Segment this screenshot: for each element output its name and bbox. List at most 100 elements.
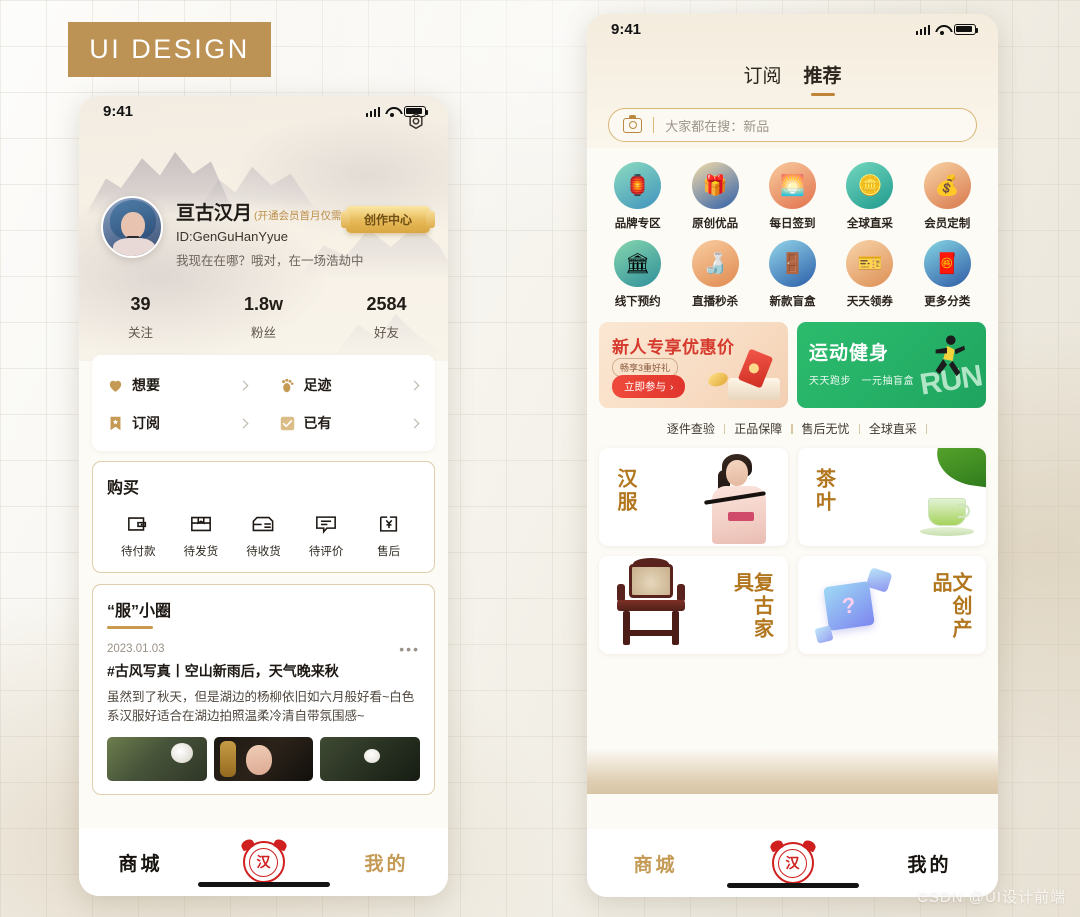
tab-home-seal[interactable]	[202, 837, 325, 883]
category-offline-booking[interactable]: 🏛 线下预约	[599, 240, 676, 309]
product-card-hanfu[interactable]: 汉服	[599, 448, 788, 546]
category-original-goods[interactable]: 🎁 原创优品	[676, 162, 753, 231]
guarantee-separator	[925, 423, 928, 434]
home-indicator	[726, 883, 859, 888]
circle-title-underline	[107, 626, 153, 629]
post-date: 2023.01.03	[107, 643, 165, 655]
stat-friends[interactable]: 2584 好友	[325, 294, 448, 341]
post-title[interactable]: #古风写真丨空山新雨后，天气晚来秋	[107, 662, 420, 681]
category-icon: 🏮	[614, 162, 662, 209]
quick-link-label: 足迹	[303, 377, 332, 393]
category-brand-zone[interactable]: 🏮 品牌专区	[599, 162, 676, 231]
cellular-signal-icon	[365, 106, 380, 117]
stat-value: 1.8w	[243, 294, 284, 314]
post-thumbnail[interactable]	[320, 736, 421, 781]
tab-mall[interactable]: 商城	[587, 850, 724, 877]
tab-recommended[interactable]: 推荐	[804, 61, 842, 96]
bookmark-star-icon	[107, 415, 124, 432]
quick-link-owned[interactable]: 已有	[264, 404, 436, 442]
banner-cta-label: 立即参与	[624, 381, 666, 393]
coin-icon	[706, 370, 730, 389]
post-more-button[interactable]: •••	[399, 642, 420, 656]
quick-links-card: 想要 足迹 订阅 已有	[92, 355, 435, 451]
tab-mine[interactable]: 我的	[325, 849, 448, 876]
category-icon: 🚪	[768, 240, 816, 287]
gear-icon[interactable]	[406, 112, 426, 132]
category-label: 天天领券	[846, 296, 893, 308]
search-input[interactable]: 大家都在搜：新品	[665, 116, 769, 135]
category-daily-checkin[interactable]: 🌅 每日签到	[754, 162, 831, 231]
tab-mine[interactable]: 我的	[861, 850, 998, 877]
quick-link-want[interactable]: 想要	[92, 366, 264, 404]
order-status-unpaid[interactable]: 待付款	[107, 511, 170, 559]
chevron-right-icon	[409, 380, 420, 390]
tab-recommended-label: 推荐	[803, 66, 842, 87]
banner-fitness[interactable]: 运动健身 天天跑步 一元抽盲盒 RUN	[797, 322, 986, 408]
stat-label: 好友	[373, 326, 399, 340]
camera-icon[interactable]	[623, 114, 642, 133]
avatar[interactable]	[101, 196, 163, 258]
quick-link-footprint[interactable]: 足迹	[264, 366, 436, 404]
ui-design-badge: UI DESIGN	[68, 22, 271, 77]
seal-logo-icon	[239, 837, 288, 883]
banner-newuser-cta[interactable]: 立即参与 ›	[612, 375, 685, 398]
post-thumbnail[interactable]	[213, 736, 314, 781]
post-thumbnail[interactable]	[107, 736, 207, 781]
chevron-right-icon: ›	[670, 380, 674, 393]
stat-following[interactable]: 39 关注	[79, 294, 202, 341]
tab-subscriptions[interactable]: 订阅	[743, 61, 781, 96]
footer-gradient	[587, 748, 998, 794]
vintage-chair-image	[615, 558, 687, 646]
category-live-flashsale[interactable]: 🍶 直播秒杀	[676, 240, 753, 309]
order-status-undelivered[interactable]: 待收货	[232, 511, 295, 559]
purchase-card: 购买 待付款 待发货 待收货 待评价 售后	[91, 460, 436, 573]
category-global-sourcing[interactable]: 🪙 全球直采	[831, 162, 908, 231]
profile-name: 亘古汉月	[176, 203, 253, 224]
category-daily-coupons[interactable]: 🎫 天天领券	[831, 240, 908, 309]
bottom-tabbar: 商城 我的	[79, 828, 448, 896]
home-indicator	[197, 882, 330, 887]
quick-link-subscribe[interactable]: 订阅	[92, 404, 264, 442]
guarantee-item: 售后无忧	[801, 422, 850, 436]
quick-link-label: 已有	[303, 415, 332, 431]
stat-fans[interactable]: 1.8w 粉丝	[202, 294, 325, 341]
product-card-furniture[interactable]: 复古家具	[599, 556, 788, 654]
category-blindbox[interactable]: 🚪 新款盲盒	[754, 240, 831, 309]
category-label: 更多分类	[924, 296, 971, 308]
order-status-aftersale[interactable]: 售后	[357, 511, 420, 559]
order-status-unshipped[interactable]: 待发货	[170, 511, 233, 559]
product-card-tea[interactable]: 茶叶	[797, 448, 986, 546]
product-card-grid: 汉服 茶叶 复古家具 文创产品	[587, 439, 998, 654]
purchase-title: 购买	[107, 480, 140, 497]
profile-stats: 39 关注 1.8w 粉丝 2584 好友	[79, 294, 448, 341]
category-icon: 🎫	[846, 240, 894, 287]
order-status-label: 待评价	[308, 546, 344, 558]
seal-logo-icon	[768, 838, 817, 884]
banner-newuser[interactable]: 新人专享优惠价 畅享3重好礼 立即参与 ›	[599, 322, 788, 408]
wallet-icon	[107, 511, 170, 537]
tab-mall[interactable]: 商城	[79, 849, 202, 876]
tab-mine-label: 我的	[364, 853, 409, 875]
order-status-unreviewed[interactable]: 待评价	[295, 511, 358, 559]
checkbox-icon	[279, 415, 296, 432]
create-center-label: 创作中心	[363, 213, 412, 227]
product-card-title: 茶叶	[812, 468, 835, 514]
create-center-button[interactable]: 创作中心	[341, 206, 435, 233]
order-status-label: 待收货	[246, 546, 281, 558]
guarantee-item: 全球直采	[868, 422, 917, 436]
banner-newuser-title: 新人专享优惠价	[612, 338, 735, 357]
product-card-cultural[interactable]: 文创产品	[797, 556, 986, 654]
post-thumbnails	[107, 736, 421, 781]
tab-mine-label: 我的	[907, 854, 952, 876]
search-bar[interactable]: 大家都在搜：新品	[608, 108, 977, 142]
circle-title: “服”小圈	[107, 603, 172, 620]
category-member-custom[interactable]: 💰 会员定制	[909, 162, 986, 231]
category-label: 会员定制	[924, 218, 971, 230]
tab-home-seal[interactable]	[724, 838, 861, 884]
post-body: 虽然到了秋天，但是湖边的杨柳依旧如六月般好看~白色系汉服好适合在湖边拍照温柔冷清…	[107, 689, 415, 724]
footprint-icon	[279, 377, 296, 394]
quick-link-label: 订阅	[132, 415, 160, 431]
product-card-title: 复古家具	[730, 572, 773, 641]
category-more[interactable]: 🧧 更多分类	[909, 240, 986, 309]
heart-icon	[107, 377, 124, 394]
